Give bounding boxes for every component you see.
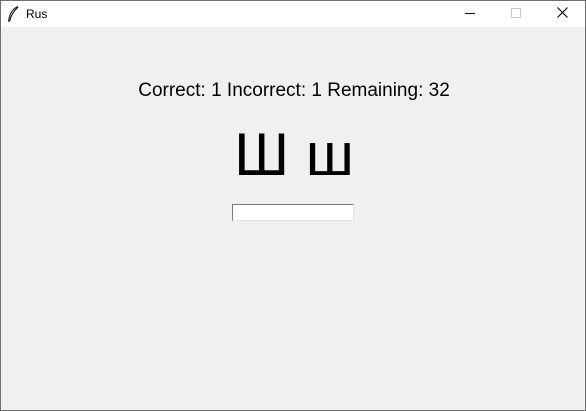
app-window: Rus Correct: 1 Incorrect: 1 Remaining: 3… [0,0,586,411]
close-button[interactable] [539,1,585,27]
minimize-button[interactable] [447,1,493,27]
letter-display: Ш ш [234,121,354,188]
close-icon [556,5,568,23]
score-label: Correct: 1 Incorrect: 1 Remaining: 32 [138,80,450,101]
maximize-icon [511,5,521,23]
minimize-icon [465,5,475,23]
title-bar[interactable]: Rus [1,1,585,27]
answer-input[interactable] [232,204,354,221]
window-title: Rus [26,7,48,21]
feather-icon [7,6,19,23]
maximize-button[interactable] [493,1,539,27]
